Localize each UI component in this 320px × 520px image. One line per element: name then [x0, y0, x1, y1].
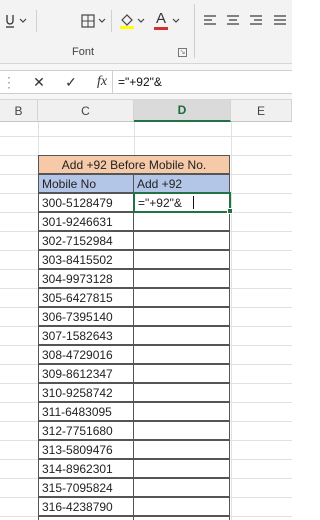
font-group-label: Font: [72, 46, 95, 58]
mobile-number-cell[interactable]: 305-6427815: [38, 288, 134, 307]
column-header-e[interactable]: E: [231, 100, 292, 122]
add-92-cell[interactable]: [133, 307, 230, 326]
column-header-b[interactable]: B: [0, 100, 38, 122]
mobile-number-cell[interactable]: 317-9546082: [38, 516, 134, 520]
formula-bar: ⋮ ✕ ✓ fx ="+92"&: [0, 64, 292, 100]
font-color-dropdown[interactable]: [171, 12, 181, 30]
mobile-number-cell[interactable]: 312-7751680: [38, 421, 134, 440]
header-mobile-no[interactable]: Mobile No: [38, 174, 134, 193]
chevron-down-icon: [98, 18, 106, 23]
chevron-down-icon: [172, 18, 180, 23]
enter-icon[interactable]: ✓: [60, 70, 82, 94]
column-header-d[interactable]: D: [134, 100, 231, 122]
add-92-cell[interactable]: [133, 364, 230, 383]
formula-input[interactable]: ="+92"&: [118, 70, 162, 94]
underline-icon: [6, 15, 14, 28]
mobile-number-cell[interactable]: 314-8962301: [38, 459, 134, 478]
mobile-number-cell[interactable]: 315-7095824: [38, 478, 134, 497]
add-92-cell[interactable]: [133, 326, 230, 345]
add-92-cell[interactable]: [133, 497, 230, 516]
paint-bucket-icon: [120, 14, 134, 29]
add-92-cell[interactable]: [133, 421, 230, 440]
borders-icon: [81, 14, 95, 28]
chevron-down-icon: [19, 18, 27, 23]
ribbon: A Font ↘: [0, 0, 292, 64]
align-center-icon: [227, 15, 239, 25]
grid-column-line: [231, 122, 232, 520]
add-92-cell[interactable]: [133, 231, 230, 250]
mobile-number-cell[interactable]: 301-9246631: [38, 212, 134, 231]
text-caret: [193, 196, 194, 209]
add-92-cell[interactable]: [133, 459, 230, 478]
mobile-number-cell[interactable]: 302-7152984: [38, 231, 134, 250]
add-92-cell[interactable]: [133, 402, 230, 421]
fill-color-dropdown[interactable]: [136, 12, 146, 30]
borders-button[interactable]: [80, 12, 96, 30]
cancel-icon[interactable]: ✕: [28, 70, 50, 94]
chevron-down-icon: [137, 18, 145, 23]
more-options-icon[interactable]: ⋮: [2, 70, 16, 94]
underline-dropdown[interactable]: [18, 12, 28, 30]
mobile-number-cell[interactable]: 304-9973128: [38, 269, 134, 288]
font-color-button[interactable]: A: [152, 8, 170, 32]
add-92-cell[interactable]: [133, 478, 230, 497]
align-right-button[interactable]: [248, 12, 264, 28]
align-center-button[interactable]: [225, 12, 241, 28]
align-right-icon: [250, 15, 262, 25]
font-color-swatch: [154, 26, 168, 30]
mobile-number-cell[interactable]: 313-5809476: [38, 440, 134, 459]
title-cell[interactable]: Add +92 Before Mobile No.: [38, 155, 230, 174]
formula-divider: [112, 70, 113, 94]
mobile-number-cell[interactable]: 308-4729016: [38, 345, 134, 364]
add-92-cell[interactable]: [133, 288, 230, 307]
font-color-letter: A: [155, 9, 166, 27]
ribbon-separator: [194, 4, 195, 58]
add-92-cell[interactable]: [133, 345, 230, 364]
fill-color-button[interactable]: [118, 10, 136, 32]
column-header-c[interactable]: C: [38, 100, 134, 122]
insert-function-icon[interactable]: fx: [92, 70, 112, 94]
add-92-cell[interactable]: [133, 516, 230, 520]
add-92-cell[interactable]: [133, 269, 230, 288]
header-add-92[interactable]: Add +92: [133, 174, 230, 193]
editing-cell[interactable]: ="+92"&: [135, 194, 229, 211]
add-92-cell[interactable]: [133, 383, 230, 402]
mobile-number-cell[interactable]: 307-1582643: [38, 326, 134, 345]
justify-icon: [274, 15, 286, 25]
mobile-number-cell[interactable]: 303-8415502: [38, 250, 134, 269]
add-92-cell[interactable]: [133, 212, 230, 231]
mobile-number-cell[interactable]: 309-8612347: [38, 364, 134, 383]
mobile-number-cell[interactable]: 300-5128479: [38, 193, 134, 212]
mobile-number-cell[interactable]: 311-6483095: [38, 402, 134, 421]
align-left-icon: [204, 15, 216, 25]
add-92-cell[interactable]: [133, 250, 230, 269]
ribbon-separator: [111, 10, 112, 32]
justify-button[interactable]: [272, 12, 288, 28]
mobile-number-cell[interactable]: 310-9258742: [38, 383, 134, 402]
grid-row-line: [0, 136, 292, 137]
underline-button[interactable]: [2, 12, 18, 30]
mobile-number-cell[interactable]: 306-7395140: [38, 307, 134, 326]
font-dialog-launcher-icon[interactable]: ↘: [178, 48, 187, 57]
align-left-button[interactable]: [202, 12, 218, 28]
ribbon-separator: [36, 10, 37, 32]
borders-dropdown[interactable]: [97, 12, 107, 30]
mobile-number-cell[interactable]: 316-4238790: [38, 497, 134, 516]
add-92-cell[interactable]: [133, 440, 230, 459]
